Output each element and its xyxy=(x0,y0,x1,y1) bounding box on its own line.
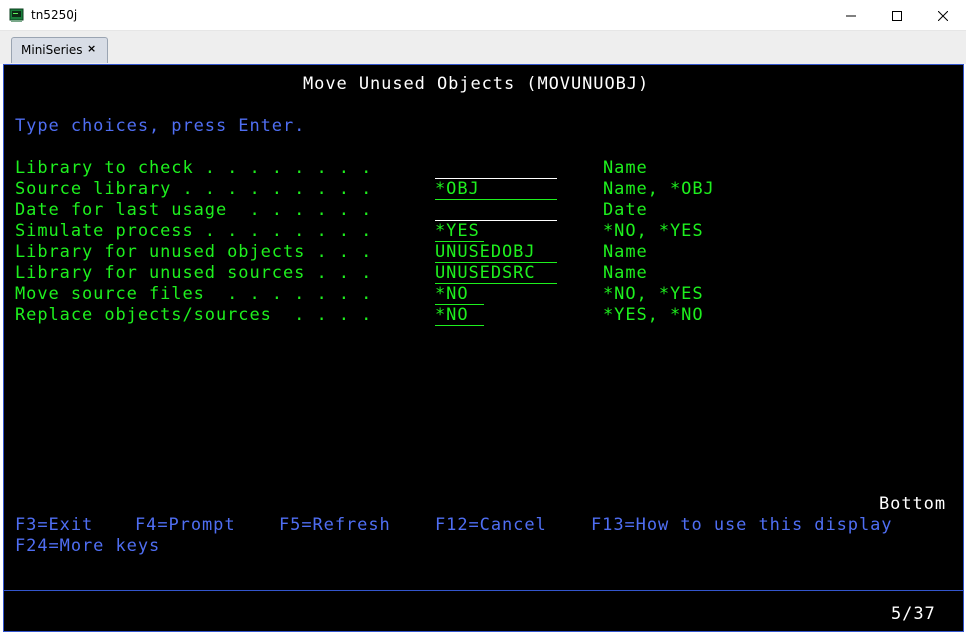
field-label-library-to-check: Library to check . . . . . . . . xyxy=(15,158,373,178)
fkey-f4-prompt[interactable]: F4=Prompt xyxy=(135,515,235,536)
field-hint: Name xyxy=(603,158,648,178)
field-label-replace-objects: Replace objects/sources . . . . xyxy=(15,305,373,325)
tab-session[interactable]: MiniSeries × xyxy=(11,37,108,63)
field-label-date-last-usage: Date for last usage . . . . . . xyxy=(15,200,373,220)
field-hint: Name, *OBJ xyxy=(603,179,715,199)
fkey-f5-refresh[interactable]: F5=Refresh xyxy=(279,515,391,536)
input-move-source-files[interactable]: *NO xyxy=(435,284,484,305)
tab-label: MiniSeries xyxy=(21,43,83,57)
field-label-simulate-process: Simulate process . . . . . . . . xyxy=(15,221,373,241)
input-library-unused-objects[interactable]: UNUSEDOBJ xyxy=(435,242,557,263)
window-titlebar: tn5250j xyxy=(0,0,966,31)
terminal-app-icon xyxy=(9,8,24,22)
input-date-last-usage[interactable] xyxy=(435,200,557,221)
input-library-to-check[interactable] xyxy=(435,158,557,179)
field-label-library-unused-objects: Library for unused objects . . . xyxy=(15,242,373,262)
fkey-f12-cancel[interactable]: F12=Cancel xyxy=(435,515,547,536)
input-library-unused-sources[interactable]: UNUSEDSRC xyxy=(435,263,557,284)
tab-close-icon[interactable]: × xyxy=(87,42,96,55)
fkey-f3-exit[interactable]: F3=Exit xyxy=(15,515,93,536)
field-hint: Date xyxy=(603,200,648,220)
status-divider xyxy=(4,590,963,591)
fkey-f13-help[interactable]: F13=How to use this display xyxy=(591,515,892,536)
window-title: tn5250j xyxy=(31,8,78,22)
field-hint: *YES, *NO xyxy=(603,305,704,325)
screen-instruction: Type choices, press Enter. xyxy=(15,116,306,136)
close-icon xyxy=(938,10,948,21)
field-label-move-source-files: Move source files . . . . . . . xyxy=(15,284,373,304)
minimize-button[interactable] xyxy=(828,0,874,31)
terminal-screen[interactable]: Move Unused Objects (MOVUNUOBJ) Type cho… xyxy=(3,64,964,632)
field-label-source-library: Source library . . . . . . . . . xyxy=(15,179,373,199)
session-tabstrip: MiniSeries × xyxy=(0,31,966,64)
field-hint: *NO, *YES xyxy=(603,221,704,241)
minimize-icon xyxy=(846,15,856,16)
fkey-f24-more-keys[interactable]: F24=More keys xyxy=(15,536,160,557)
field-label-library-unused-sources: Library for unused sources . . . xyxy=(15,263,373,283)
maximize-icon xyxy=(892,10,902,21)
more-indicator-bottom: Bottom xyxy=(879,494,946,514)
field-hint: Name xyxy=(603,242,648,262)
screen-title: Move Unused Objects (MOVUNUOBJ) xyxy=(303,74,650,94)
field-hint: *NO, *YES xyxy=(603,284,704,304)
input-replace-objects[interactable]: *NO xyxy=(435,305,484,326)
close-button[interactable] xyxy=(920,0,966,31)
input-simulate-process[interactable]: *YES xyxy=(435,221,484,242)
maximize-button[interactable] xyxy=(874,0,920,31)
cursor-position: 5/37 xyxy=(891,604,936,624)
input-source-library[interactable]: *OBJ xyxy=(435,179,557,200)
field-hint: Name xyxy=(603,263,648,283)
